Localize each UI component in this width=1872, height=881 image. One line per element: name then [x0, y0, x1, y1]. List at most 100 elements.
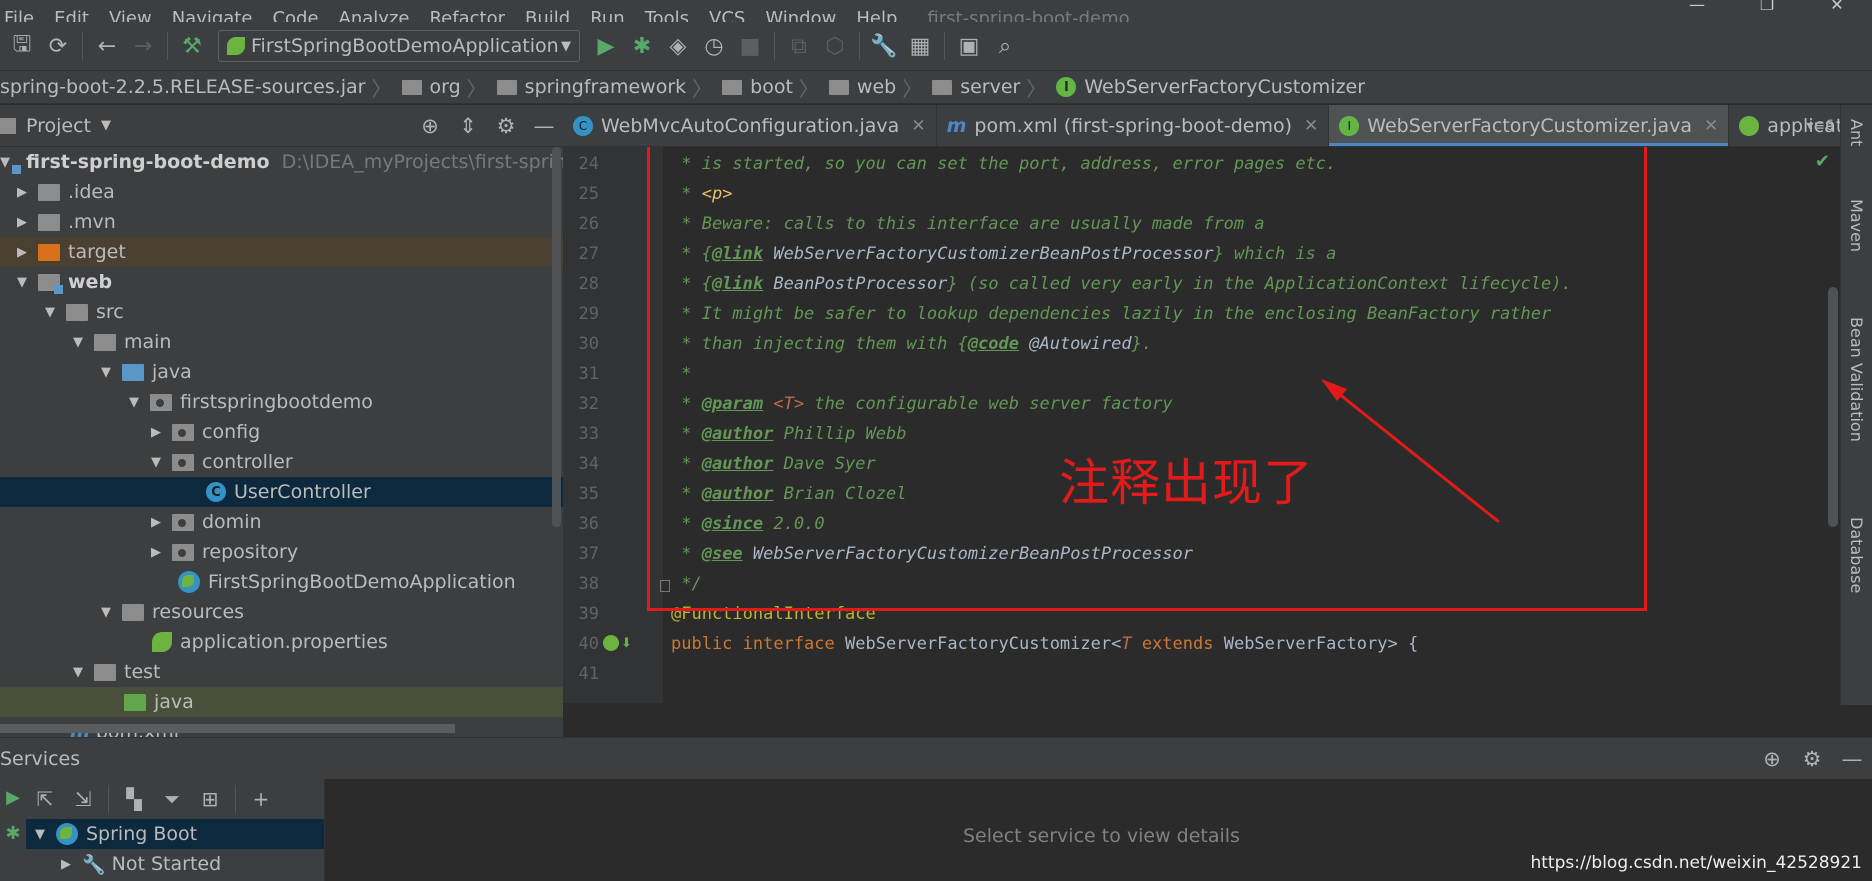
- chevron-down-icon[interactable]: ▼: [98, 365, 114, 380]
- chevron-down-icon[interactable]: ▼: [14, 275, 30, 290]
- project-panel-title[interactable]: Project: [26, 115, 91, 137]
- tree-item-package[interactable]: ▼ firstspringbootdemo: [0, 387, 563, 417]
- tree-item-mvn[interactable]: ▶ .mvn: [0, 207, 563, 237]
- tree-item-src[interactable]: ▼ src: [0, 297, 563, 327]
- chevron-down-icon[interactable]: ▼: [70, 665, 86, 680]
- stop-icon[interactable]: ■: [732, 28, 768, 64]
- chevron-down-icon[interactable]: ▼: [126, 395, 142, 410]
- settings-wrench-icon[interactable]: 🔧: [866, 28, 902, 64]
- add-service-icon[interactable]: +: [242, 781, 280, 817]
- group-by-icon[interactable]: ▚: [115, 781, 153, 817]
- run-icon[interactable]: ▶: [0, 779, 26, 815]
- forward-icon[interactable]: →: [125, 28, 161, 64]
- back-icon[interactable]: ←: [89, 28, 125, 64]
- gear-icon[interactable]: ⚙: [1792, 747, 1832, 771]
- tab-webmvcautoconfiguration[interactable]: C WebMvcAutoConfiguration.java ✕: [563, 105, 937, 146]
- tree-item-target[interactable]: ▶ target: [0, 237, 563, 267]
- tree-item-application-properties[interactable]: application.properties: [0, 627, 563, 657]
- tree-item-test-java[interactable]: java: [0, 687, 563, 717]
- chevron-down-icon[interactable]: ▼: [70, 335, 86, 350]
- tree-item-application-class[interactable]: FirstSpringBootDemoApplication: [0, 567, 563, 597]
- debug-icon[interactable]: ✱: [624, 28, 660, 64]
- tool-tab-bean-validation[interactable]: Bean Validation: [1847, 317, 1866, 442]
- chevron-down-icon[interactable]: ▼: [42, 305, 58, 320]
- chevron-right-icon[interactable]: ▶: [148, 545, 164, 560]
- menu-window[interactable]: Window: [755, 10, 846, 23]
- menu-vcs[interactable]: VCS: [699, 10, 755, 23]
- tree-item-controller[interactable]: ▼ controller: [0, 447, 563, 477]
- breadcrumb-springframework[interactable]: springframework: [493, 76, 686, 98]
- close-icon[interactable]: ✕: [911, 116, 925, 136]
- chevron-right-icon[interactable]: ▶: [14, 185, 30, 200]
- search-icon[interactable]: ⌕: [987, 28, 1023, 64]
- expand-all-icon[interactable]: ⇱: [26, 781, 64, 817]
- tab-pom[interactable]: m pom.xml (first-spring-boot-demo) ✕: [937, 105, 1330, 146]
- tool-tab-ant[interactable]: Ant: [1847, 119, 1866, 146]
- tool-tab-maven[interactable]: Maven: [1847, 199, 1866, 252]
- service-spring-boot[interactable]: ▼ Spring Boot: [26, 819, 324, 849]
- gear-icon[interactable]: ⚙: [487, 114, 525, 138]
- chevron-right-icon[interactable]: ▶: [148, 515, 164, 530]
- minimize-icon[interactable]: —: [1662, 0, 1732, 22]
- breadcrumb-interface[interactable]: I WebServerFactoryCustomizer: [1052, 76, 1365, 98]
- coverage-icon[interactable]: ◈: [660, 28, 696, 64]
- editor-vertical-scrollbar[interactable]: [1828, 287, 1838, 527]
- filter-icon[interactable]: ⏷: [153, 781, 191, 817]
- maximize-icon[interactable]: ❐: [1732, 0, 1802, 22]
- tab-overflow-button[interactable]: ▾≡ 6: [1806, 105, 1840, 146]
- breadcrumb-jar[interactable]: spring-boot-2.2.5.RELEASE-sources.jar: [0, 76, 366, 98]
- chevron-down-icon[interactable]: ▼: [32, 827, 48, 842]
- tree-item-resources[interactable]: ▼ resources: [0, 597, 563, 627]
- terminal-icon[interactable]: ▣: [951, 28, 987, 64]
- tree-item-domin[interactable]: ▶ domin: [0, 507, 563, 537]
- tree-horizontal-scrollbar[interactable]: [0, 724, 455, 733]
- breadcrumb-org[interactable]: org: [398, 76, 461, 98]
- profile-icon[interactable]: ◷: [696, 28, 732, 64]
- menu-refactor[interactable]: Refactor: [419, 10, 515, 23]
- run-icon[interactable]: ▶: [588, 28, 624, 64]
- close-icon[interactable]: ✕: [1802, 0, 1872, 22]
- chevron-down-icon[interactable]: ▼: [98, 605, 114, 620]
- attach-debugger-icon[interactable]: ⧉: [781, 28, 817, 64]
- chevron-right-icon[interactable]: ▶: [14, 245, 30, 260]
- menu-edit[interactable]: Edit: [44, 10, 99, 23]
- menu-file[interactable]: File: [0, 10, 44, 23]
- vcs-icon[interactable]: ⬡: [817, 28, 853, 64]
- project-structure-icon[interactable]: ▦: [902, 28, 938, 64]
- menu-navigate[interactable]: Navigate: [162, 10, 263, 23]
- tree-item-root[interactable]: ▼ first-spring-boot-demo D:\IDEA_myProje…: [0, 147, 563, 177]
- services-panel-title[interactable]: Services: [0, 748, 80, 770]
- locate-icon[interactable]: ⊕: [1752, 747, 1792, 771]
- tool-tab-database[interactable]: Database: [1847, 517, 1866, 593]
- tree-item-config[interactable]: ▶ config: [0, 417, 563, 447]
- tree-item-java[interactable]: ▼ java: [0, 357, 563, 387]
- hide-icon[interactable]: —: [1832, 747, 1872, 771]
- hide-icon[interactable]: —: [525, 114, 563, 138]
- build-hammer-icon[interactable]: ⚒: [174, 28, 210, 64]
- close-icon[interactable]: ✕: [1704, 116, 1718, 136]
- chevron-down-icon[interactable]: ▼: [148, 455, 164, 470]
- chevron-right-icon[interactable]: ▶: [148, 425, 164, 440]
- collapse-all-icon[interactable]: ⇕: [449, 114, 487, 138]
- menu-analyze[interactable]: Analyze: [329, 10, 420, 23]
- debug-icon[interactable]: ✱: [0, 815, 26, 851]
- locate-icon[interactable]: ⊕: [411, 114, 449, 138]
- chevron-right-icon[interactable]: ▶: [58, 857, 74, 872]
- menu-code[interactable]: Code: [262, 10, 328, 23]
- tree-item-test[interactable]: ▼ test: [0, 657, 563, 687]
- chevron-right-icon[interactable]: ▶: [14, 215, 30, 230]
- tree-item-main[interactable]: ▼ main: [0, 327, 563, 357]
- chevron-down-icon[interactable]: ▼: [0, 155, 10, 170]
- menu-run[interactable]: Run: [580, 10, 635, 23]
- tree-item-usercontroller[interactable]: C UserController: [0, 477, 563, 507]
- breadcrumb-boot[interactable]: boot: [718, 76, 793, 98]
- collapse-all-icon[interactable]: ⇲: [64, 781, 102, 817]
- breadcrumb-web[interactable]: web: [825, 76, 896, 98]
- new-tab-icon[interactable]: ⊞: [191, 781, 229, 817]
- save-all-icon[interactable]: 🖫: [4, 28, 40, 64]
- tab-webserverfactorycustomizer[interactable]: I WebServerFactoryCustomizer.java ✕: [1329, 105, 1730, 146]
- menu-tools[interactable]: Tools: [635, 10, 699, 23]
- inspection-ok-icon[interactable]: ✔: [1815, 151, 1830, 172]
- breadcrumb-server[interactable]: server: [928, 76, 1020, 98]
- implemented-icon[interactable]: ⬇: [621, 636, 632, 651]
